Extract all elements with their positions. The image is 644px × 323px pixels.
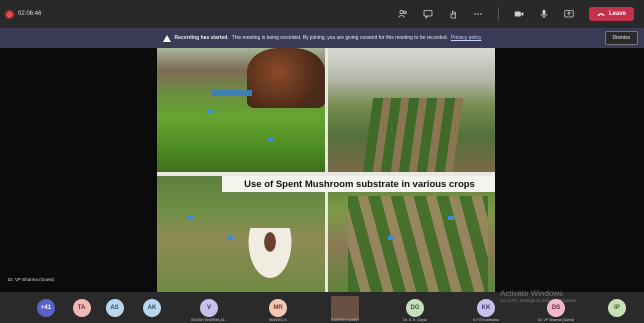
recording-banner-title: Recording has started. (174, 35, 229, 41)
slide-caption: Use of Spent Mushroom substrate in vario… (222, 176, 495, 192)
participant-video (331, 295, 359, 320)
photo-crop-rows (348, 196, 488, 292)
photo-label-tag (267, 138, 273, 142)
recording-banner: Recording has started. This meeting is b… (0, 28, 644, 48)
photo-label-tag (187, 216, 193, 220)
participant-name: RAKESH KUMAR (330, 318, 360, 322)
photo-tree (247, 48, 325, 108)
participant-avatar: V (200, 298, 218, 317)
share-icon[interactable] (564, 9, 574, 19)
participant-avatar: KK (477, 298, 495, 317)
people-icon[interactable] (398, 9, 408, 19)
watermark-subtitle: Go to PC settings to activate Windows. (500, 298, 578, 303)
privacy-policy-link[interactable]: Privacy policy (451, 35, 482, 41)
crop-photo-vegetable-rows (328, 176, 495, 292)
shared-slide: Use of Spent Mushroom substrate in vario… (157, 48, 495, 292)
photo-label-tag (227, 236, 233, 240)
crop-photo-field-worker (157, 176, 325, 292)
phone-hangup-icon (597, 12, 605, 16)
participant-tile[interactable]: +41 (27, 292, 65, 323)
participant-name: Dr. VP Sharma (Guest) (538, 318, 574, 322)
participant-tile[interactable]: IP (591, 292, 643, 323)
toolbar-actions: Leave (398, 7, 638, 21)
leave-button-label: Leave (608, 11, 626, 17)
participant-tile[interactable]: DG Dr. S. K. Goyal (379, 292, 451, 323)
meeting-timer: 02:06:46 (18, 11, 42, 17)
participant-avatar: TA (72, 298, 91, 317)
photo-water (212, 90, 252, 96)
chat-icon[interactable] (423, 9, 433, 19)
meeting-toolbar: 02:06:46 Leave (0, 0, 644, 28)
participant-name: VIKASH SHARMA (G... (190, 318, 228, 322)
crop-photo-rice-field (157, 48, 325, 172)
participant-name: Dr. S. K. Goyal (403, 318, 427, 322)
mic-icon[interactable] (539, 9, 549, 19)
leave-button[interactable]: Leave (588, 7, 634, 21)
participant-name: MANVEL K (269, 318, 287, 322)
recording-indicator-icon (6, 10, 13, 18)
participant-tile[interactable]: AS (98, 292, 131, 323)
warning-icon (162, 34, 171, 42)
shared-content-stage: Use of Spent Mushroom substrate in vario… (0, 48, 644, 292)
photo-crop-rows (362, 98, 464, 172)
meeting-timer-group: 02:06:46 (6, 10, 42, 18)
recording-banner-text: This meeting is being recorded. By joini… (231, 35, 448, 41)
participant-name: K.P.S Kushwaha (473, 318, 499, 322)
raise-hand-icon[interactable] (448, 9, 458, 19)
participant-tile[interactable]: V VIKASH SHARMA (G... (173, 292, 245, 323)
participant-avatar: AS (105, 298, 124, 317)
camera-icon[interactable] (514, 9, 524, 19)
crop-photo-polyhouse (328, 48, 495, 172)
photo-label-tag (448, 216, 454, 220)
dismiss-button[interactable]: Dismiss (604, 31, 638, 45)
more-icon[interactable] (473, 9, 483, 19)
photo-person (245, 228, 295, 284)
participant-tile[interactable]: AK (131, 292, 173, 323)
participant-tile[interactable]: MR MANVEL K (245, 292, 311, 323)
presenter-name: Dr. VP Sharma (Guest) (8, 277, 55, 282)
watermark-title: Activate Windows (500, 289, 564, 298)
participant-avatar: +41 (37, 298, 55, 317)
participant-avatar: IP (608, 298, 626, 317)
photo-label-tag (207, 110, 213, 114)
participant-avatar: MR (269, 298, 287, 317)
toolbar-divider (497, 7, 499, 21)
participant-tile[interactable]: TA (65, 292, 98, 323)
photo-label-tag (388, 236, 394, 240)
activate-windows-watermark: Activate Windows Go to PC settings to ac… (500, 289, 578, 303)
participant-avatar: DG (406, 298, 424, 317)
participant-avatar: AK (143, 298, 161, 317)
participant-tile[interactable]: RAKESH KUMAR (311, 292, 379, 323)
